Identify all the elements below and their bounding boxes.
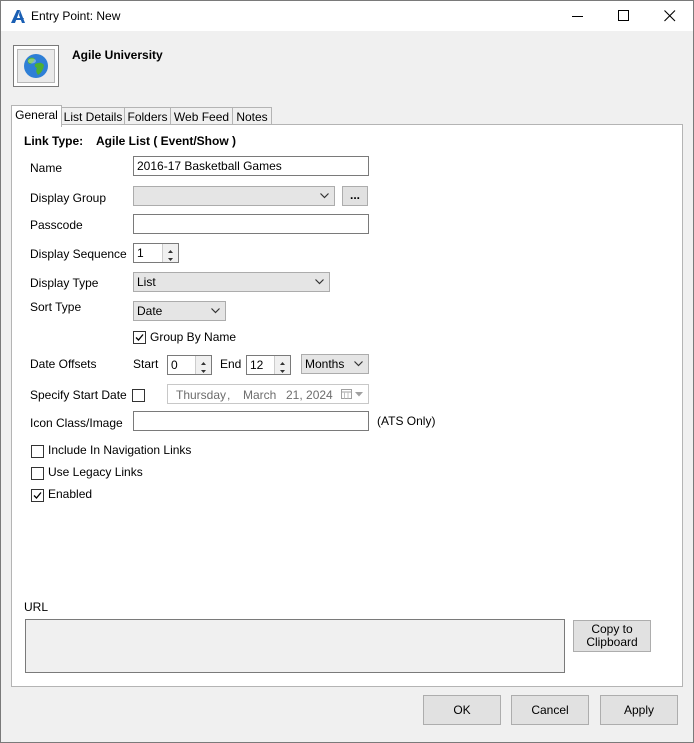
sort-type-label: Sort Type <box>30 300 82 314</box>
maximize-button[interactable] <box>601 1 647 31</box>
icon-class-input[interactable] <box>133 411 369 431</box>
display-sequence-spin-buttons[interactable] <box>162 244 178 262</box>
specify-start-date-checkbox[interactable] <box>132 389 145 402</box>
end-offset-spin-buttons[interactable] <box>274 356 290 374</box>
start-date-picker[interactable]: Thursday , March 21, 2024 <box>167 384 369 404</box>
close-window-button[interactable] <box>647 1 693 31</box>
start-label: Start <box>133 357 159 371</box>
copy-to-clipboard-button[interactable]: Copy to Clipboard <box>573 620 651 652</box>
ok-button[interactable]: OK <box>423 695 501 725</box>
offset-unit-select[interactable]: Months <box>301 354 369 374</box>
display-group-label: Display Group <box>30 191 107 205</box>
passcode-input[interactable] <box>133 214 369 234</box>
icon-class-hint: (ATS Only) <box>377 414 436 428</box>
passcode-label: Passcode <box>30 218 83 232</box>
general-tab-panel <box>11 124 683 687</box>
minimize-button[interactable] <box>555 1 601 31</box>
group-by-name-checkbox[interactable] <box>133 331 146 344</box>
sort-type-select[interactable]: Date <box>133 301 226 321</box>
title-bar[interactable]: Entry Point: New <box>1 1 693 31</box>
chevron-down-icon <box>355 392 363 397</box>
use-legacy-links-checkbox[interactable] <box>31 467 44 480</box>
display-sequence-value: 1 <box>137 246 144 260</box>
window-title: Entry Point: New <box>31 9 121 23</box>
group-by-name-label: Group By Name <box>150 330 237 344</box>
chevron-down-icon <box>315 279 324 285</box>
cancel-button[interactable]: Cancel <box>511 695 589 725</box>
chevron-down-icon <box>280 370 285 373</box>
display-sequence-label: Display Sequence <box>30 247 127 261</box>
checkmark-icon <box>33 492 42 499</box>
enabled-label: Enabled <box>48 487 93 501</box>
date-weekday: Thursday <box>176 388 227 402</box>
start-offset-stepper[interactable]: 0 <box>167 355 212 375</box>
date-offsets-label: Date Offsets <box>30 357 97 371</box>
date-day-year: 21, 2024 <box>286 388 333 402</box>
display-sequence-down-button[interactable] <box>163 253 178 262</box>
close-icon <box>664 10 676 22</box>
chevron-down-icon <box>168 258 173 261</box>
link-type-label: Link Type: <box>24 134 84 148</box>
offset-unit-value: Months <box>305 357 345 371</box>
name-input[interactable]: 2016-17 Basketball Games <box>133 156 369 176</box>
copy-button-line2: Clipboard <box>586 635 638 649</box>
include-nav-links-label: Include In Navigation Links <box>48 443 192 457</box>
globe-icon <box>24 54 48 78</box>
chevron-down-icon <box>320 193 329 199</box>
link-type-value: Agile List ( Event/Show ) <box>96 134 237 148</box>
start-offset-value: 0 <box>171 358 178 372</box>
display-group-select[interactable] <box>133 186 335 206</box>
chevron-down-icon <box>201 370 206 373</box>
organization-name: Agile University <box>72 48 163 62</box>
sort-type-value: Date <box>137 304 163 318</box>
entry-point-icon <box>13 45 59 87</box>
end-offset-stepper[interactable]: 12 <box>246 355 291 375</box>
display-group-browse-button[interactable]: ... <box>342 186 368 206</box>
chevron-down-icon <box>211 308 220 314</box>
calendar-icon <box>341 389 352 399</box>
end-label: End <box>220 357 242 371</box>
include-nav-links-checkbox[interactable] <box>31 445 44 458</box>
display-type-value: List <box>137 275 156 289</box>
app-logo-icon <box>11 10 25 23</box>
name-label: Name <box>30 161 63 175</box>
tab-general[interactable]: General <box>11 105 62 127</box>
display-type-select[interactable]: List <box>133 272 330 292</box>
enabled-checkbox[interactable] <box>31 489 44 502</box>
maximize-icon <box>618 10 629 21</box>
end-offset-down-button[interactable] <box>275 365 290 374</box>
start-offset-down-button[interactable] <box>196 365 211 374</box>
end-offset-value: 12 <box>250 358 264 372</box>
date-separator: , <box>227 388 231 402</box>
chevron-down-icon <box>354 361 363 367</box>
url-label: URL <box>24 600 49 614</box>
checkmark-icon <box>135 334 144 341</box>
dialog-window: Entry Point: New Agile University Genera… <box>0 0 694 743</box>
specify-start-date-label: Specify Start Date <box>30 388 127 402</box>
use-legacy-links-label: Use Legacy Links <box>48 465 143 479</box>
date-month: March <box>243 388 277 402</box>
display-type-label: Display Type <box>30 276 99 290</box>
apply-button[interactable]: Apply <box>600 695 678 725</box>
minimize-icon <box>572 16 583 17</box>
start-offset-spin-buttons[interactable] <box>195 356 211 374</box>
icon-class-label: Icon Class/Image <box>30 416 123 430</box>
url-output[interactable] <box>25 619 565 673</box>
display-sequence-stepper[interactable]: 1 <box>133 243 179 263</box>
